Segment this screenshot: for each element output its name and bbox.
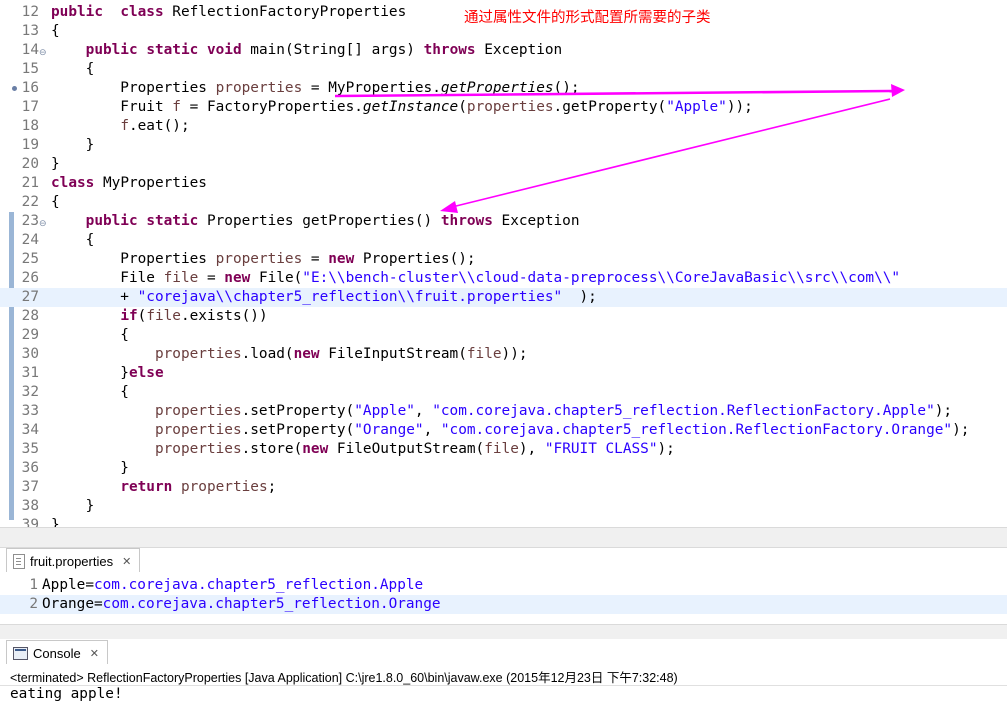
properties-editor[interactable]: 1 Apple=com.corejava.chapter5_reflection.… [0,572,1007,624]
arrow-left [451,98,891,208]
line-number: 1 [29,577,38,593]
property-text: Apple=com.corejava.chapter5_reflection.A… [42,576,423,595]
property-value: com.corejava.chapter5_reflection.Orange [102,596,441,612]
console-icon [13,646,28,660]
property-value: com.corejava.chapter5_reflection.Apple [93,577,424,593]
property-text: Orange=com.corejava.chapter5_reflection.… [42,595,441,614]
tab-title: fruit.properties [30,553,114,569]
close-icon[interactable]: ✕ [90,647,99,660]
property-line[interactable]: 1 Apple=com.corejava.chapter5_reflection.… [0,576,1007,595]
line-number: 2 [29,596,38,612]
tab-console[interactable]: Console ✕ [6,640,108,665]
console-status-bar: <terminated> ReflectionFactoryProperties… [0,664,1007,686]
tab-fruit-properties[interactable]: fruit.properties ✕ [6,548,141,573]
arrow-right-head [891,84,905,97]
property-key: Orange= [42,596,103,612]
property-line[interactable]: 2 Orange=com.corejava.chapter5_reflection… [0,595,1007,614]
console-status: <terminated> ReflectionFactoryProperties… [10,671,678,685]
console-title: Console [33,645,81,661]
arrow-left-head [440,201,458,213]
panel-separator [0,624,1007,639]
console-output[interactable]: eating apple! [10,686,123,702]
annotation-arrows [334,84,905,213]
file-icon [13,553,25,569]
property-key: Apple= [42,577,94,593]
arrow-right [334,89,896,98]
close-icon[interactable]: ✕ [122,555,131,568]
code-editor[interactable]: 12 public class ReflectionFactoryProperti… [0,0,1007,527]
editor-scrollbar[interactable] [0,527,1007,548]
